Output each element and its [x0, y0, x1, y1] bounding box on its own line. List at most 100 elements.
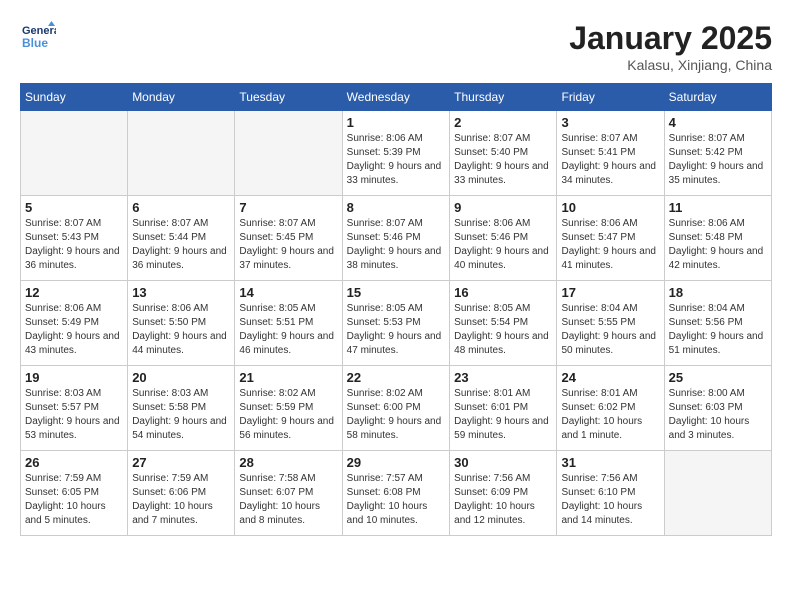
calendar-cell: 27Sunrise: 7:59 AM Sunset: 6:06 PM Dayli… — [128, 451, 235, 536]
calendar-cell: 12 Sunrise: 8:06 AM Sunset: 5:49 PM Dayli… — [21, 281, 128, 366]
calendar-cell: 2 Sunrise: 8:07 AM Sunset: 5:40 PM Daylig… — [450, 111, 557, 196]
calendar-cell: 1 Sunrise: 8:06 AM Sunset: 5:39 PM Daylig… — [342, 111, 450, 196]
day-number: 13 — [132, 285, 230, 300]
day-number: 20 — [132, 370, 230, 385]
day-number: 31 — [561, 455, 659, 470]
week-row-3: 12 Sunrise: 8:06 AM Sunset: 5:49 PM Dayli… — [21, 281, 772, 366]
calendar-cell: 10Sunrise: 8:06 AM Sunset: 5:47 PM Dayli… — [557, 196, 664, 281]
day-number: 15 — [347, 285, 446, 300]
day-number: 19 — [25, 370, 123, 385]
day-info: Sunrise: 8:06 AM Sunset: 5:39 PM Dayligh… — [347, 132, 446, 188]
day-info: Sunrise: 7:58 AM Sunset: 6:07 PM Dayligh… — [239, 472, 337, 528]
day-number: 25 — [669, 370, 767, 385]
calendar-cell: 30Sunrise: 7:56 AM Sunset: 6:09 PM Dayli… — [450, 451, 557, 536]
day-number: 16 — [454, 285, 552, 300]
day-info: Sunrise: 8:01 AM Sunset: 6:02 PM Dayligh… — [561, 387, 659, 443]
day-number: 3 — [561, 115, 659, 130]
week-row-5: 26 Sunrise: 7:59 AM Sunset: 6:05 PM Dayli… — [21, 451, 772, 536]
day-number: 9 — [454, 200, 552, 215]
day-number: 7 — [239, 200, 337, 215]
weekday-header-monday: Monday — [128, 84, 235, 111]
calendar-cell: 29 Sunrise: 7:57 AM Sunset: 6:08 PM Dayli… — [342, 451, 450, 536]
weekday-header-friday: Friday — [557, 84, 664, 111]
day-info: Sunrise: 8:05 AM Sunset: 5:53 PM Dayligh… — [347, 302, 446, 358]
day-info: Sunrise: 8:06 AM Sunset: 5:48 PM Dayligh… — [669, 217, 767, 273]
calendar-cell: 25 Sunrise: 8:00 AM Sunset: 6:03 PM Dayli… — [664, 366, 771, 451]
day-number: 12 — [25, 285, 123, 300]
day-number: 30 — [454, 455, 552, 470]
day-number: 23 — [454, 370, 552, 385]
calendar-cell: 14 Sunrise: 8:05 AM Sunset: 5:51 PM Dayli… — [235, 281, 342, 366]
day-info: Sunrise: 8:07 AM Sunset: 5:43 PM Dayligh… — [25, 217, 123, 273]
day-info: Sunrise: 8:06 AM Sunset: 5:47 PM Dayligh… — [561, 217, 659, 273]
calendar-cell: 13 Sunrise: 8:06 AM Sunset: 5:50 PM Dayli… — [128, 281, 235, 366]
calendar-cell: 31 Sunrise: 7:56 AM Sunset: 6:10 PM Dayli… — [557, 451, 664, 536]
month-title: January 2025 — [569, 20, 772, 57]
day-info: Sunrise: 8:07 AM Sunset: 5:42 PM Dayligh… — [669, 132, 767, 188]
day-info: Sunrise: 7:56 AM Sunset: 6:10 PM Dayligh… — [561, 472, 659, 528]
calendar-cell: 24 Sunrise: 8:01 AM Sunset: 6:02 PM Dayli… — [557, 366, 664, 451]
calendar-cell — [21, 111, 128, 196]
day-number: 14 — [239, 285, 337, 300]
weekday-header-sunday: Sunday — [21, 84, 128, 111]
day-number: 4 — [669, 115, 767, 130]
weekday-header-tuesday: Tuesday — [235, 84, 342, 111]
day-info: Sunrise: 7:57 AM Sunset: 6:08 PM Dayligh… — [347, 472, 446, 528]
svg-text:Blue: Blue — [22, 36, 48, 50]
day-number: 18 — [669, 285, 767, 300]
day-info: Sunrise: 8:06 AM Sunset: 5:49 PM Dayligh… — [25, 302, 123, 358]
calendar-cell: 26 Sunrise: 7:59 AM Sunset: 6:05 PM Dayli… — [21, 451, 128, 536]
calendar-cell — [128, 111, 235, 196]
day-info: Sunrise: 8:04 AM Sunset: 5:55 PM Dayligh… — [561, 302, 659, 358]
day-number: 2 — [454, 115, 552, 130]
day-number: 17 — [561, 285, 659, 300]
day-info: Sunrise: 8:00 AM Sunset: 6:03 PM Dayligh… — [669, 387, 767, 443]
page-header: General Blue January 2025 Kalasu, Xinjia… — [20, 20, 772, 73]
title-area: January 2025 Kalasu, Xinjiang, China — [569, 20, 772, 73]
calendar-cell: 6 Sunrise: 8:07 AM Sunset: 5:44 PM Daylig… — [128, 196, 235, 281]
calendar-table: SundayMondayTuesdayWednesdayThursdayFrid… — [20, 83, 772, 536]
calendar-cell: 23 Sunrise: 8:01 AM Sunset: 6:01 PM Dayli… — [450, 366, 557, 451]
calendar-cell: 18 Sunrise: 8:04 AM Sunset: 5:56 PM Dayli… — [664, 281, 771, 366]
day-info: Sunrise: 8:07 AM Sunset: 5:44 PM Dayligh… — [132, 217, 230, 273]
calendar-cell: 17 Sunrise: 8:04 AM Sunset: 5:55 PM Dayli… — [557, 281, 664, 366]
calendar-cell: 11Sunrise: 8:06 AM Sunset: 5:48 PM Dayli… — [664, 196, 771, 281]
day-info: Sunrise: 8:01 AM Sunset: 6:01 PM Dayligh… — [454, 387, 552, 443]
day-number: 1 — [347, 115, 446, 130]
day-info: Sunrise: 8:05 AM Sunset: 5:54 PM Dayligh… — [454, 302, 552, 358]
location-subtitle: Kalasu, Xinjiang, China — [569, 57, 772, 73]
day-info: Sunrise: 8:03 AM Sunset: 5:58 PM Dayligh… — [132, 387, 230, 443]
day-info: Sunrise: 8:06 AM Sunset: 5:46 PM Dayligh… — [454, 217, 552, 273]
day-info: Sunrise: 8:05 AM Sunset: 5:51 PM Dayligh… — [239, 302, 337, 358]
week-row-2: 5 Sunrise: 8:07 AM Sunset: 5:43 PM Daylig… — [21, 196, 772, 281]
calendar-cell: 19 Sunrise: 8:03 AM Sunset: 5:57 PM Dayli… — [21, 366, 128, 451]
weekday-header-wednesday: Wednesday — [342, 84, 450, 111]
calendar-cell: 28Sunrise: 7:58 AM Sunset: 6:07 PM Dayli… — [235, 451, 342, 536]
day-number: 21 — [239, 370, 337, 385]
calendar-cell: 5 Sunrise: 8:07 AM Sunset: 5:43 PM Daylig… — [21, 196, 128, 281]
day-number: 29 — [347, 455, 446, 470]
calendar-cell: 22Sunrise: 8:02 AM Sunset: 6:00 PM Dayli… — [342, 366, 450, 451]
logo-svg: General Blue — [20, 20, 56, 56]
day-number: 24 — [561, 370, 659, 385]
week-row-1: 1 Sunrise: 8:06 AM Sunset: 5:39 PM Daylig… — [21, 111, 772, 196]
day-number: 6 — [132, 200, 230, 215]
weekday-header-row: SundayMondayTuesdayWednesdayThursdayFrid… — [21, 84, 772, 111]
day-number: 26 — [25, 455, 123, 470]
day-info: Sunrise: 8:02 AM Sunset: 5:59 PM Dayligh… — [239, 387, 337, 443]
day-number: 8 — [347, 200, 446, 215]
day-info: Sunrise: 8:03 AM Sunset: 5:57 PM Dayligh… — [25, 387, 123, 443]
day-number: 5 — [25, 200, 123, 215]
logo: General Blue — [20, 20, 62, 56]
day-info: Sunrise: 8:07 AM Sunset: 5:40 PM Dayligh… — [454, 132, 552, 188]
day-info: Sunrise: 8:02 AM Sunset: 6:00 PM Dayligh… — [347, 387, 446, 443]
calendar-cell: 21 Sunrise: 8:02 AM Sunset: 5:59 PM Dayli… — [235, 366, 342, 451]
day-info: Sunrise: 8:06 AM Sunset: 5:50 PM Dayligh… — [132, 302, 230, 358]
day-info: Sunrise: 8:07 AM Sunset: 5:46 PM Dayligh… — [347, 217, 446, 273]
day-info: Sunrise: 7:59 AM Sunset: 6:05 PM Dayligh… — [25, 472, 123, 528]
day-info: Sunrise: 8:04 AM Sunset: 5:56 PM Dayligh… — [669, 302, 767, 358]
week-row-4: 19 Sunrise: 8:03 AM Sunset: 5:57 PM Dayli… — [21, 366, 772, 451]
calendar-cell — [664, 451, 771, 536]
weekday-header-saturday: Saturday — [664, 84, 771, 111]
day-info: Sunrise: 7:59 AM Sunset: 6:06 PM Dayligh… — [132, 472, 230, 528]
